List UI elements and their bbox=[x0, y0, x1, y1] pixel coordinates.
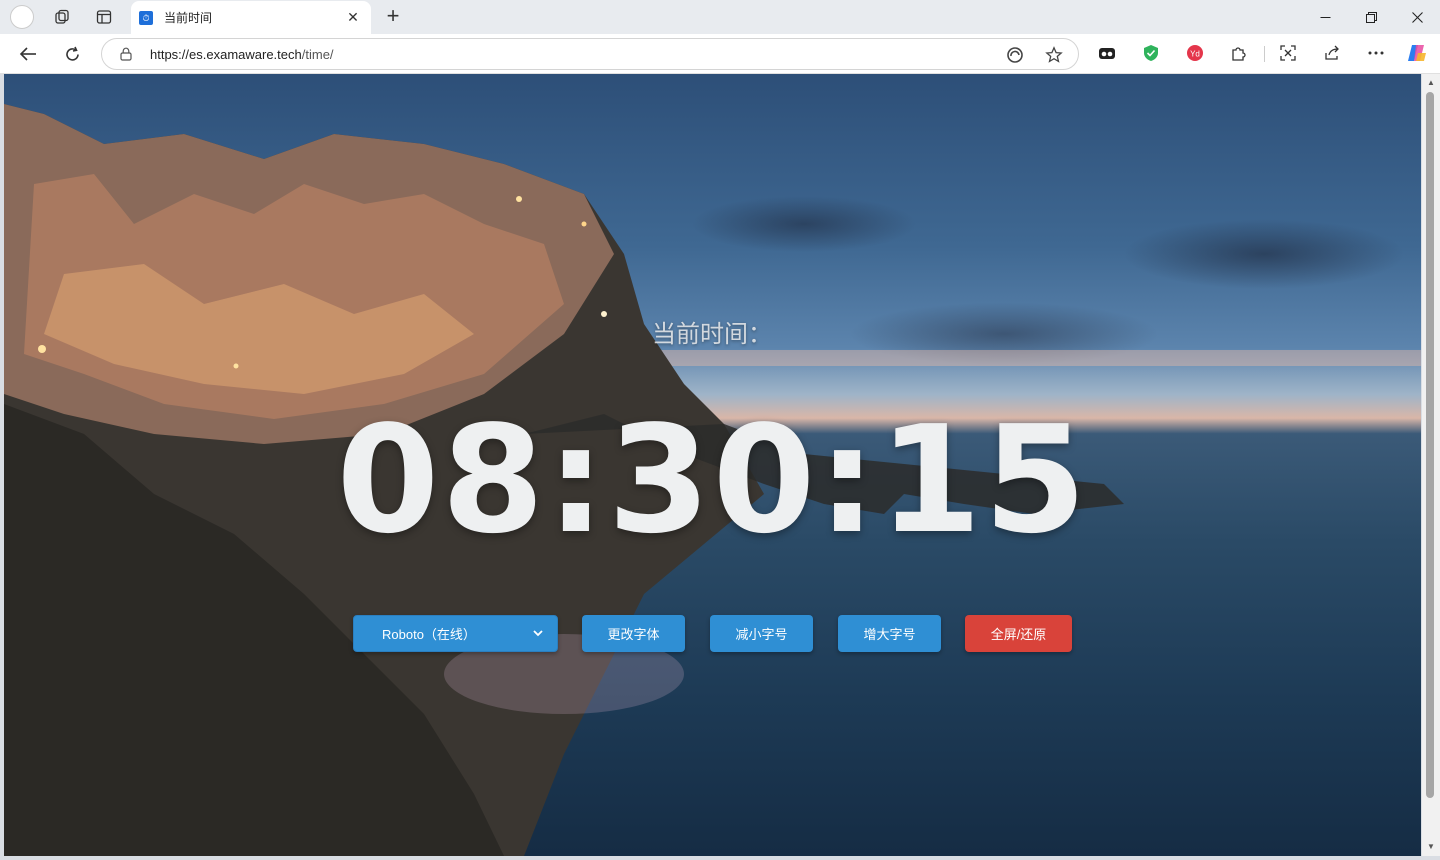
toolbar-divider bbox=[1264, 46, 1265, 62]
star-icon bbox=[1045, 46, 1063, 63]
page-viewport: 当前时间： 08:30:15 Roboto（在线） 更改字体 减小字号 增大字号… bbox=[4, 74, 1421, 856]
translate-extension-icon: Yd bbox=[1187, 45, 1203, 61]
binoculars-extension-icon bbox=[1099, 48, 1115, 59]
scroll-thumb[interactable] bbox=[1426, 92, 1434, 798]
minimize-button[interactable] bbox=[1302, 0, 1348, 34]
scroll-down-icon[interactable]: ▼ bbox=[1426, 842, 1436, 852]
refresh-button[interactable] bbox=[57, 40, 87, 68]
share-icon bbox=[1325, 45, 1339, 60]
new-tab-button[interactable]: + bbox=[380, 4, 406, 30]
extension-1-button[interactable] bbox=[1096, 42, 1118, 64]
minimize-icon bbox=[1320, 16, 1330, 18]
shield-extension-icon bbox=[1144, 45, 1158, 61]
profile-button[interactable] bbox=[9, 5, 35, 29]
refresh-icon bbox=[65, 46, 79, 61]
site-favicon-icon: ⏱ bbox=[139, 10, 153, 25]
tab-close-icon[interactable]: ✕ bbox=[345, 9, 361, 26]
lock-icon[interactable] bbox=[120, 47, 132, 61]
extensions-button[interactable] bbox=[1228, 42, 1250, 64]
restore-icon bbox=[1365, 11, 1377, 23]
active-tab[interactable]: ⏱ 当前时间 ✕ bbox=[131, 1, 371, 34]
scroll-up-icon[interactable]: ▲ bbox=[1426, 78, 1436, 88]
close-icon bbox=[1411, 11, 1423, 23]
url-host: https://es.examaware.tech bbox=[150, 47, 302, 62]
clock-display: 08:30:15 bbox=[336, 394, 1089, 566]
extension-2-button[interactable] bbox=[1140, 42, 1162, 64]
url-text[interactable]: https://es.examaware.tech/time/ bbox=[150, 47, 334, 62]
current-time-label: 当前时间： bbox=[652, 320, 772, 348]
font-select[interactable]: Roboto（在线） bbox=[353, 615, 558, 652]
navigation-bar: https://es.examaware.tech/time/ Yd bbox=[0, 34, 1440, 74]
tab-title: 当前时间 bbox=[164, 11, 213, 25]
fullscreen-toggle-button[interactable]: 全屏/还原 bbox=[965, 615, 1072, 652]
font-select-value: Roboto（在线） bbox=[382, 627, 476, 642]
chevron-down-icon bbox=[533, 630, 543, 637]
puzzle-icon bbox=[1232, 47, 1246, 61]
read-aloud-button[interactable] bbox=[1004, 45, 1026, 65]
address-bar[interactable]: https://es.examaware.tech/time/ bbox=[101, 38, 1079, 70]
page-scrollbar[interactable]: ▲ ▼ bbox=[1422, 74, 1440, 856]
back-button[interactable] bbox=[13, 40, 43, 68]
workspaces-button[interactable] bbox=[49, 5, 75, 29]
decrease-font-size-button[interactable]: 减小字号 bbox=[710, 615, 813, 652]
arrow-left-icon bbox=[19, 47, 36, 61]
more-horizontal-icon bbox=[1368, 51, 1384, 55]
share-button[interactable] bbox=[1321, 42, 1343, 64]
svg-text:Yd: Yd bbox=[1190, 50, 1200, 59]
favorite-button[interactable] bbox=[1043, 45, 1065, 65]
screenshot-button[interactable] bbox=[1277, 42, 1299, 64]
settings-more-button[interactable] bbox=[1365, 42, 1387, 64]
tab-actions-icon bbox=[96, 10, 112, 24]
increase-font-size-button[interactable]: 增大字号 bbox=[838, 615, 941, 652]
change-font-button[interactable]: 更改字体 bbox=[582, 615, 685, 652]
copilot-button[interactable] bbox=[1406, 42, 1428, 64]
url-path: /time/ bbox=[301, 47, 334, 62]
vertical-tabs-button[interactable] bbox=[91, 5, 117, 29]
close-window-button[interactable] bbox=[1394, 0, 1440, 34]
restore-button[interactable] bbox=[1348, 0, 1394, 34]
profile-avatar-icon bbox=[10, 5, 34, 29]
copilot-icon bbox=[1408, 45, 1426, 61]
workspaces-icon bbox=[55, 9, 69, 24]
edge-immersive-icon bbox=[1007, 47, 1023, 63]
extension-3-button[interactable]: Yd bbox=[1184, 42, 1206, 64]
tab-strip: ⏱ 当前时间 ✕ + bbox=[0, 0, 1440, 34]
screenshot-icon bbox=[1280, 45, 1296, 61]
